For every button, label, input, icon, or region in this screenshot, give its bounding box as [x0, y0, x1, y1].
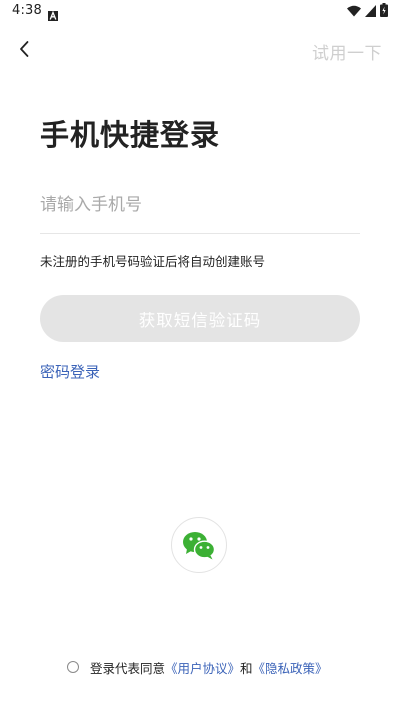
back-button[interactable] [12, 37, 36, 61]
password-login-link[interactable]: 密码登录 [40, 361, 100, 382]
page-title: 手机快捷登录 [40, 118, 221, 152]
cellular-signal-icon [365, 2, 376, 21]
wifi-icon [347, 2, 361, 21]
agree-checkbox[interactable] [67, 661, 79, 673]
chevron-left-icon [20, 41, 29, 57]
status-bar: 4:38 [0, 0, 400, 24]
agreement-prefix: 登录代表同意 [90, 660, 166, 676]
wechat-icon [183, 532, 216, 560]
privacy-policy-link[interactable]: 《隐私政策》 [253, 658, 328, 677]
wechat-login-button[interactable] [171, 517, 227, 573]
status-time: 4:38 [12, 3, 42, 18]
input-divider [40, 233, 360, 234]
try-it-button[interactable]: 试用一下 [312, 39, 382, 64]
get-sms-code-button[interactable]: 获取短信验证码 [40, 295, 360, 342]
agreement-and: 和 [240, 660, 253, 676]
phone-number-input[interactable] [40, 188, 360, 222]
auto-register-hint: 未注册的手机号码验证后将自动创建账号 [40, 254, 266, 269]
user-agreement-link[interactable]: 《用户协议》 [165, 658, 240, 677]
a-notification-icon [48, 6, 58, 21]
battery-icon [380, 2, 388, 21]
agreement-row: 登录代表同意 《用户协议》 和 《隐私政策》 [67, 658, 328, 676]
status-icons [347, 2, 388, 21]
